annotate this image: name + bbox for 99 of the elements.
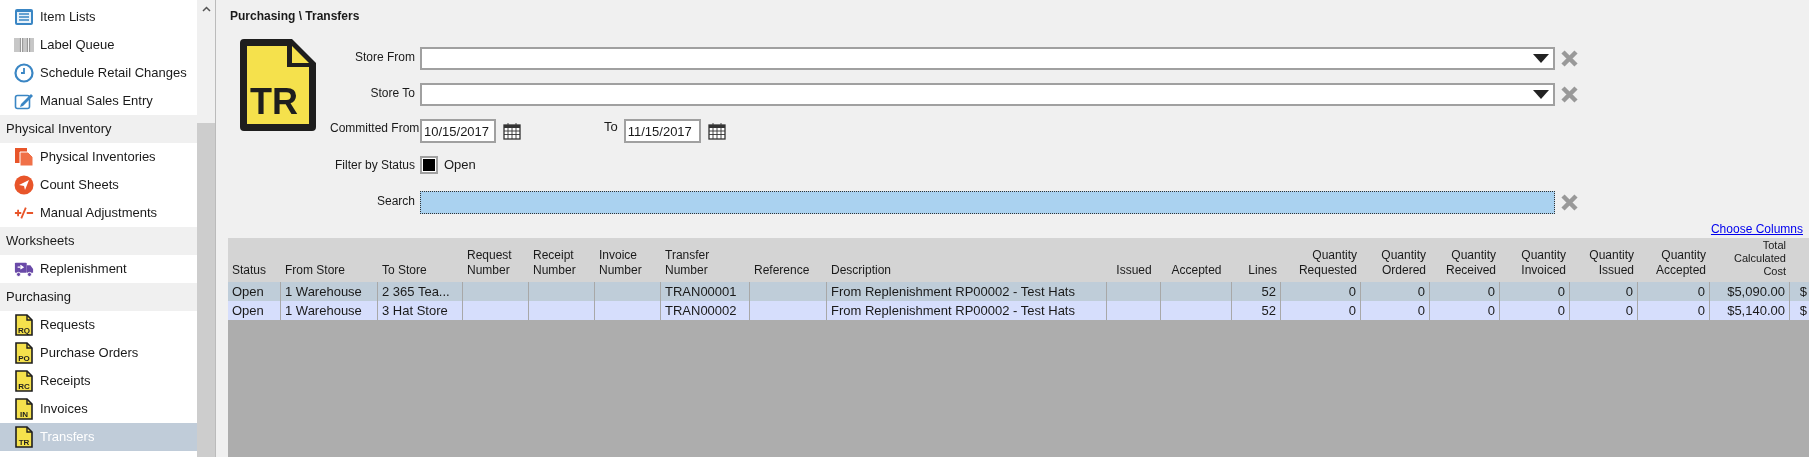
column-header[interactable]: Quantity Issued <box>1574 248 1634 278</box>
sidebar-item-label: Count Sheets <box>40 176 119 195</box>
sidebar-item-label: Physical Inventories <box>40 148 156 167</box>
column-header[interactable]: Transfer Number <box>665 248 746 278</box>
document-icon: TR <box>15 426 33 448</box>
sidebar-item[interactable]: Schedule Retail Changes <box>0 59 197 87</box>
column-header[interactable]: Invoice Number <box>599 248 657 278</box>
column-header[interactable]: Description <box>831 263 892 278</box>
sidebar-item[interactable]: RC Receipts <box>0 367 197 395</box>
sidebar-item[interactable]: Label Queue <box>0 31 197 59</box>
table-cell: 0 <box>1638 301 1710 320</box>
dropdown-field[interactable] <box>420 47 1555 70</box>
column-header[interactable]: Lines <box>1248 263 1277 278</box>
checkbox-label: Open <box>444 156 476 174</box>
sidebar-section-header: Worksheets <box>0 227 197 255</box>
scrollbar-thumb[interactable] <box>197 123 215 457</box>
clock-icon <box>14 63 34 83</box>
sidebar-item-label: Label Queue <box>40 36 115 55</box>
date-field[interactable]: 11/15/2017 <box>623 119 701 143</box>
table-cell: 52 <box>1232 301 1281 320</box>
sidebar-item[interactable]: Replenishment <box>0 255 197 283</box>
sidebar-item-label: Requests <box>40 316 95 335</box>
sidebar-item[interactable]: PO Purchase Orders <box>0 339 197 367</box>
sidebar-section-header: Physical Inventory <box>0 115 197 143</box>
dropdown-caret-icon[interactable] <box>1533 90 1549 99</box>
table-cell: 0 <box>1361 301 1430 320</box>
sidebar-item-label: Manual Adjustments <box>40 204 158 223</box>
column-header[interactable]: Quantity Accepted <box>1642 248 1706 278</box>
column-header[interactable]: Total Calculated Cost <box>1714 239 1786 278</box>
scroll-up-icon[interactable] <box>201 6 211 12</box>
sidebar-item-label: Receipts <box>40 372 91 391</box>
table-cell: $5,140.00 <box>1710 301 1790 320</box>
sidebar-item-label: Transfers <box>40 428 95 447</box>
column-header[interactable]: Issued <box>1116 263 1152 278</box>
sidebar-item-label: Purchase Orders <box>40 344 139 363</box>
field-label: Filter by Status <box>333 157 416 174</box>
column-header[interactable]: Quantity Invoiced <box>1504 248 1566 278</box>
column-header[interactable]: Status <box>232 263 267 278</box>
table-cell: 0 <box>1500 301 1570 320</box>
column-header[interactable]: Reference <box>754 263 810 278</box>
sidebar-item[interactable]: Manual Sales Entry <box>0 87 197 115</box>
column-header[interactable]: Quantity Ordered <box>1365 248 1426 278</box>
column-header[interactable]: Request Number <box>467 248 525 278</box>
choose-columns-link[interactable]: Choose Columns <box>1710 221 1803 238</box>
document-icon: RC <box>15 370 33 392</box>
column-header[interactable]: To Store <box>382 263 427 278</box>
field-label: Store To <box>369 85 416 102</box>
sidebar-item-label: Item Lists <box>40 8 96 27</box>
sidebar-item[interactable]: IN Invoices <box>0 395 197 423</box>
sidebar-item-label: Schedule Retail Changes <box>40 64 187 83</box>
table-row[interactable]: Open 1 Warehouse 3 Hat Store TRAN00002 From Replenishment RP00002 - Test Hats 52 0 0 0 0 0 0 $5,140.00 $ <box>228 301 1809 320</box>
table-cell: 3 Hat Store <box>378 301 463 320</box>
plus-minus-icon <box>14 206 34 220</box>
edit-icon <box>14 92 34 110</box>
document-icon: PO <box>15 342 33 364</box>
sidebar-item[interactable]: RQ Requests <box>0 311 197 339</box>
truck-icon <box>14 260 34 278</box>
dropdown-caret-icon[interactable] <box>1533 54 1549 63</box>
pages-icon <box>14 147 34 167</box>
sidebar-item[interactable]: TR Transfers <box>0 423 197 451</box>
table-cell: 0 <box>1430 301 1500 320</box>
field-label: Store From <box>354 49 416 66</box>
calendar-icon[interactable] <box>503 122 521 140</box>
barcode-icon <box>14 37 34 53</box>
column-header[interactable]: Receipt Number <box>533 248 591 278</box>
field-label: Committed From <box>330 120 420 137</box>
field-label: To <box>604 119 618 135</box>
calendar-icon[interactable] <box>707 122 726 140</box>
document-icon: RQ <box>15 314 33 336</box>
column-header[interactable]: Quantity Requested <box>1285 248 1357 278</box>
breadcrumb-title: Purchasing \ Transfers <box>229 8 361 25</box>
table-cell: 0 <box>1281 301 1361 320</box>
paper-plane-icon <box>14 175 34 195</box>
sidebar-item[interactable]: Item Lists <box>0 3 197 31</box>
table-cell: From Replenishment RP00002 - Test Hats <box>827 301 1107 320</box>
sidebar-item[interactable]: Physical Inventories <box>0 143 197 171</box>
column-header[interactable]: Accepted <box>1171 263 1222 278</box>
sidebar-item[interactable]: Count Sheets <box>0 171 197 199</box>
sidebar-item[interactable]: Manual Adjustments <box>0 199 197 227</box>
dropdown-field[interactable] <box>420 83 1555 106</box>
search-field[interactable] <box>420 191 1555 214</box>
sidebar-item-label: Replenishment <box>40 260 127 279</box>
sidebar-item-label: Invoices <box>40 400 88 419</box>
document-icon: IN <box>15 398 33 420</box>
table-row[interactable]: Open 1 Warehouse 2 365 Tea... TRAN00001 From Replenishment RP00002 - Test Hats 52 0 0 0 0 0 0 $5,090.00 $ <box>228 282 1809 301</box>
table-cell: TRAN00002 <box>661 301 750 320</box>
table-cell: Open <box>228 301 281 320</box>
column-header[interactable]: From Store <box>285 263 345 278</box>
column-header[interactable]: Quantity Received <box>1434 248 1496 278</box>
list-icon <box>14 8 34 26</box>
table-cell-text: $ <box>1798 302 1808 320</box>
checkbox[interactable] <box>420 156 438 174</box>
table-cell-text: $ <box>1798 283 1808 301</box>
sidebar-item-label: Manual Sales Entry <box>40 92 153 111</box>
table-cell: 1 Warehouse <box>281 301 378 320</box>
date-field[interactable]: 10/15/2017 <box>420 119 496 143</box>
field-label: Search <box>375 193 416 210</box>
table-cell: 0 <box>1570 301 1638 320</box>
sidebar-section-header: Purchasing <box>0 283 197 311</box>
